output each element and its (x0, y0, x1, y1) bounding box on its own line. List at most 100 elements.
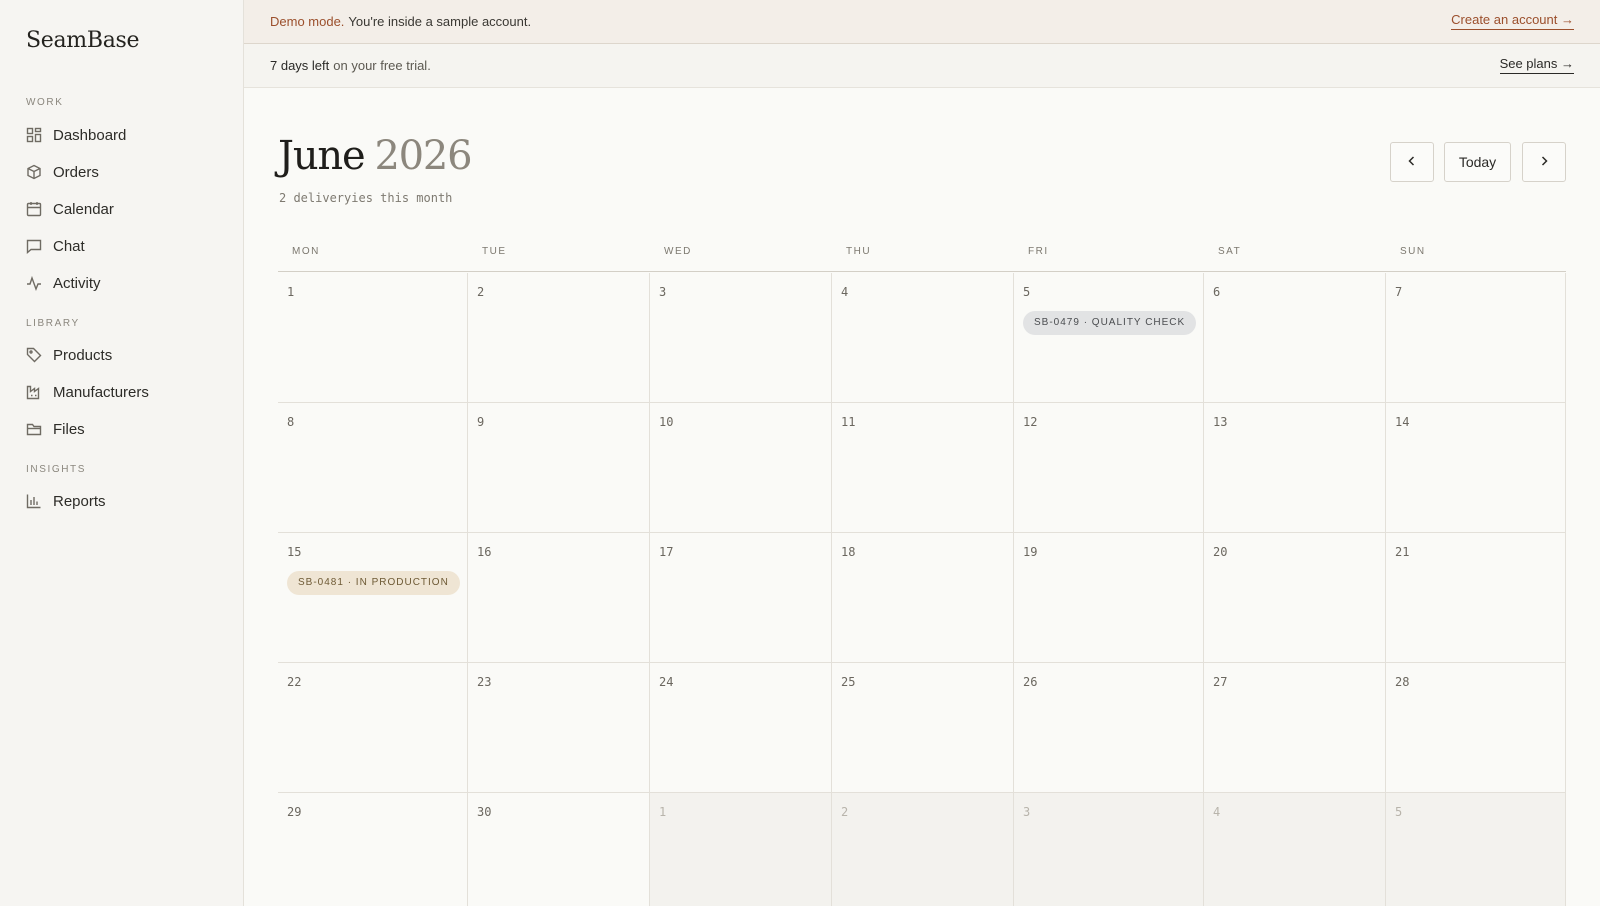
next-month-button[interactable] (1522, 142, 1566, 182)
day-cell-next-month[interactable]: 2 (832, 793, 1014, 906)
day-cell[interactable]: 11 (832, 403, 1014, 533)
activity-icon (26, 275, 42, 291)
day-cell[interactable]: 9 (468, 403, 650, 533)
day-cell[interactable]: 17 (650, 533, 832, 663)
day-cell[interactable]: 14 (1386, 403, 1566, 533)
sidebar-item-label: Reports (53, 492, 106, 510)
day-cell[interactable]: 29 (278, 793, 468, 906)
day-number: 7 (1395, 285, 1403, 299)
day-cell[interactable]: 24 (650, 663, 832, 793)
day-cell[interactable]: 15 SB-0481 · IN PRODUCTION (278, 533, 468, 663)
day-cell[interactable]: 18 (832, 533, 1014, 663)
sidebar-item-calendar[interactable]: Calendar (26, 195, 226, 223)
tag-icon (26, 347, 42, 363)
see-plans-link[interactable]: See plans → (1499, 56, 1574, 74)
sidebar-item-label: Calendar (53, 200, 114, 218)
day-number: 2 (477, 285, 485, 299)
chevron-right-icon (1537, 154, 1551, 171)
day-cell[interactable]: 5 SB-0479 · QUALITY CHECK (1014, 273, 1204, 403)
day-number: 4 (841, 285, 849, 299)
day-number: 15 (287, 545, 302, 559)
chevron-left-icon (1405, 154, 1419, 171)
sidebar-item-products[interactable]: Products (26, 341, 226, 369)
sidebar-item-label: Dashboard (53, 126, 127, 144)
sidebar-item-label: Products (53, 346, 113, 364)
sidebar-item-chat[interactable]: Chat (26, 232, 226, 260)
day-number: 29 (287, 805, 302, 819)
day-cell[interactable]: 7 (1386, 273, 1566, 403)
sidebar-item-label: Files (53, 420, 85, 438)
day-cell[interactable]: 30 (468, 793, 650, 906)
previous-month-button[interactable] (1390, 142, 1434, 182)
day-number: 1 (659, 805, 667, 819)
day-cell-next-month[interactable]: 3 (1014, 793, 1204, 906)
day-number: 3 (659, 285, 667, 299)
day-cell[interactable]: 25 (832, 663, 1014, 793)
create-account-link[interactable]: Create an account → (1451, 12, 1574, 30)
folder-icon (26, 421, 42, 437)
sidebar-item-manufacturers[interactable]: Manufacturers (26, 378, 226, 406)
today-button[interactable]: Today (1444, 142, 1511, 182)
day-number: 1 (287, 285, 295, 299)
day-number: 30 (477, 805, 492, 819)
month-label: June (278, 133, 366, 179)
day-cell[interactable]: 3 (650, 273, 832, 403)
brand-logo[interactable]: SeamBase (26, 28, 140, 53)
trial-text: on your free trial. (333, 58, 431, 73)
section-label-library: LIBRARY (26, 318, 80, 329)
event-pill-quality-check[interactable]: SB-0479 · QUALITY CHECK (1023, 311, 1197, 335)
bar-chart-icon (26, 493, 42, 509)
sidebar-item-files[interactable]: Files (26, 415, 226, 443)
day-cell-next-month[interactable]: 1 (650, 793, 832, 906)
day-cell[interactable]: 2 (468, 273, 650, 403)
day-cell[interactable]: 23 (468, 663, 650, 793)
demo-banner: Demo mode. You're inside a sample accoun… (244, 0, 1600, 44)
weekday-header: MON TUE WED THU FRI SAT SUN (278, 246, 1566, 272)
day-cell[interactable]: 28 (1386, 663, 1566, 793)
day-cell[interactable]: 12 (1014, 403, 1204, 533)
demo-mode-text: You're inside a sample account. (348, 14, 532, 29)
weekday-label: SUN (1400, 246, 1426, 257)
day-cell[interactable]: 4 (832, 273, 1014, 403)
day-cell[interactable]: 1 (278, 273, 468, 403)
day-cell[interactable]: 27 (1204, 663, 1386, 793)
sidebar-item-activity[interactable]: Activity (26, 269, 226, 297)
weekday-label: FRI (1028, 246, 1049, 257)
sidebar-item-reports[interactable]: Reports (26, 487, 226, 515)
section-label-work: WORK (26, 97, 64, 108)
day-cell[interactable]: 6 (1204, 273, 1386, 403)
chat-icon (26, 238, 42, 254)
day-number: 19 (1023, 545, 1038, 559)
grid-icon (26, 127, 42, 143)
day-number: 13 (1213, 415, 1228, 429)
page-title: June 2026 (278, 128, 473, 184)
day-number: 2 (841, 805, 849, 819)
day-cell[interactable]: 22 (278, 663, 468, 793)
sidebar-item-dashboard[interactable]: Dashboard (26, 121, 226, 149)
day-cell[interactable]: 16 (468, 533, 650, 663)
day-cell[interactable]: 8 (278, 403, 468, 533)
day-number: 12 (1023, 415, 1038, 429)
demo-mode-label: Demo mode. (270, 14, 345, 29)
day-number: 28 (1395, 675, 1410, 689)
day-cell[interactable]: 20 (1204, 533, 1386, 663)
day-cell[interactable]: 21 (1386, 533, 1566, 663)
day-number: 6 (1213, 285, 1221, 299)
event-pill-in-production[interactable]: SB-0481 · IN PRODUCTION (287, 571, 460, 595)
day-number: 14 (1395, 415, 1410, 429)
day-number: 16 (477, 545, 492, 559)
sidebar-item-orders[interactable]: Orders (26, 158, 226, 186)
day-cell[interactable]: 19 (1014, 533, 1204, 663)
trial-banner: 7 days left on your free trial. See plan… (244, 44, 1600, 88)
day-cell[interactable]: 26 (1014, 663, 1204, 793)
day-cell-next-month[interactable]: 5 (1386, 793, 1566, 906)
day-cell[interactable]: 10 (650, 403, 832, 533)
day-number: 3 (1023, 805, 1031, 819)
day-number: 8 (287, 415, 295, 429)
day-number: 18 (841, 545, 856, 559)
day-number: 5 (1395, 805, 1403, 819)
day-number: 22 (287, 675, 302, 689)
day-number: 26 (1023, 675, 1038, 689)
day-cell[interactable]: 13 (1204, 403, 1386, 533)
day-cell-next-month[interactable]: 4 (1204, 793, 1386, 906)
